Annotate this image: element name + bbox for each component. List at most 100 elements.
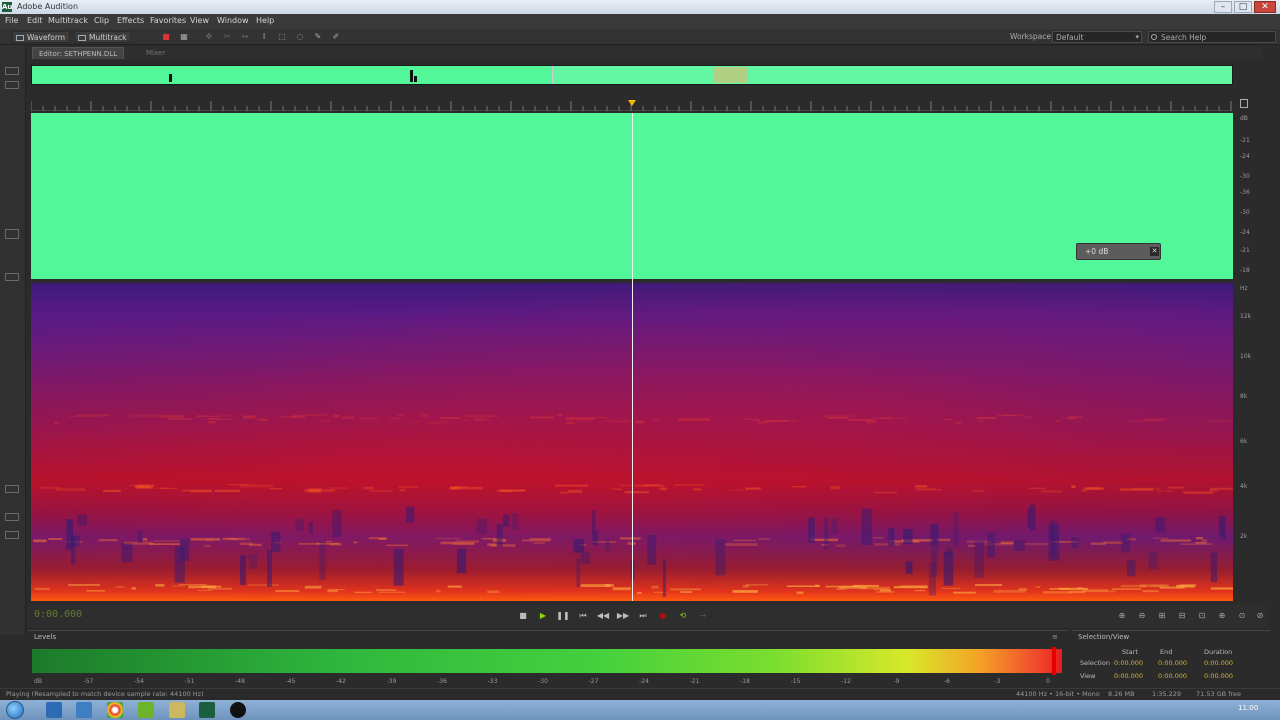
skip-selection-button[interactable]: →: [696, 609, 710, 622]
db-scale[interactable]: dB -21 -24 -30 -36 -30 -24 -21 -18: [1233, 113, 1261, 279]
spectral-streak: [595, 530, 599, 546]
spectral-streak: [393, 549, 404, 586]
tab-selection-view[interactable]: Selection/View: [1078, 633, 1129, 641]
menu-help[interactable]: Help: [256, 16, 274, 25]
spectral-streak: [1109, 590, 1116, 593]
workspace-dropdown[interactable]: Default ▾: [1052, 31, 1142, 43]
panel-toggle-media[interactable]: [5, 273, 19, 281]
close-icon[interactable]: ✕: [1150, 247, 1159, 256]
menu-favorites[interactable]: Favorites: [150, 16, 186, 25]
pause-button[interactable]: ❚❚: [556, 609, 570, 622]
tab-editor[interactable]: Editor: SETHPENN.DLL: [32, 47, 125, 59]
hz-scale-label: 10k: [1240, 353, 1252, 360]
menu-effects[interactable]: Effects: [117, 16, 144, 25]
paintbrush-tool[interactable]: ✎: [313, 32, 323, 42]
menu-window[interactable]: Window: [217, 16, 249, 25]
explorer-icon[interactable]: [76, 702, 92, 718]
zoom-selection-button[interactable]: ⊙: [1236, 610, 1248, 622]
panel-menu-icon[interactable]: ≡: [1052, 633, 1058, 641]
selection-end-field[interactable]: 0:00.000: [1158, 659, 1187, 667]
lock-icon[interactable]: [1240, 99, 1248, 108]
zoom-selection-icon: ⊙: [1238, 611, 1246, 620]
audition-taskbar-icon[interactable]: [199, 702, 215, 718]
move-to-next-button[interactable]: ⏭: [636, 609, 650, 622]
play-button[interactable]: ▶: [536, 609, 550, 622]
media-player-icon[interactable]: [230, 702, 246, 718]
minimize-button[interactable]: –: [1214, 1, 1232, 13]
view-duration-field[interactable]: 0:00.000: [1204, 672, 1233, 680]
level-peak-indicator[interactable]: [1052, 647, 1056, 675]
current-time-display[interactable]: 0:00.000: [34, 609, 82, 620]
fast-forward-button[interactable]: ▶▶: [616, 609, 630, 622]
rewind-button[interactable]: ◀◀: [596, 609, 610, 622]
zoom-in-time-button[interactable]: ⊞: [1156, 610, 1168, 622]
close-button[interactable]: ✕: [1254, 1, 1276, 13]
waveform-view-button[interactable]: Waveform: [12, 31, 71, 43]
spot-healing-tool[interactable]: ✐: [331, 32, 341, 42]
view-start-field[interactable]: 0:00.000: [1114, 672, 1143, 680]
spectral-streak: [439, 417, 461, 419]
marquee-tool[interactable]: ⬚: [277, 32, 287, 42]
zoom-in-amplitude-button[interactable]: ⊕: [1116, 610, 1128, 622]
multitrack-view-button[interactable]: Multitrack: [74, 31, 132, 43]
zoom-out-amplitude-button[interactable]: ⊖: [1136, 610, 1148, 622]
stop-button[interactable]: ■: [516, 609, 530, 622]
spectral-streak: [931, 546, 938, 577]
tab-mixer[interactable]: Mixer: [140, 47, 171, 59]
selection-start-field[interactable]: 0:00.000: [1114, 659, 1143, 667]
app-icon[interactable]: [138, 702, 154, 718]
folder-icon[interactable]: [169, 702, 185, 718]
spectral-streak: [53, 422, 59, 425]
view-end-field[interactable]: 0:00.000: [1158, 672, 1187, 680]
menu-multitrack[interactable]: Multitrack: [48, 16, 88, 25]
zoom-in-point-button[interactable]: ⊕: [1216, 610, 1228, 622]
slip-tool[interactable]: ↔: [240, 32, 250, 42]
spectral-streak: [487, 543, 497, 546]
spectral-display-toggle[interactable]: ■: [161, 32, 171, 42]
search-help-input[interactable]: Search Help: [1148, 31, 1276, 43]
time-ruler[interactable]: [31, 97, 1233, 111]
menu-clip[interactable]: Clip: [94, 16, 109, 25]
panel-toggle-effects[interactable]: [5, 81, 19, 89]
lasso-tool[interactable]: ◌: [295, 32, 305, 42]
panel-toggle-tools[interactable]: [5, 531, 19, 539]
zoom-out-time-button[interactable]: ⊟: [1176, 610, 1188, 622]
selection-duration-field[interactable]: 0:00.000: [1204, 659, 1233, 667]
move-tool[interactable]: ✥: [204, 32, 214, 42]
playhead-line[interactable]: [632, 113, 633, 601]
start-button[interactable]: [6, 701, 24, 719]
time-selection-tool[interactable]: I: [259, 32, 269, 42]
razor-tool[interactable]: ✂: [222, 32, 232, 42]
record-button[interactable]: ●: [656, 609, 670, 622]
menu-file[interactable]: File: [5, 16, 18, 25]
pitch-display-toggle[interactable]: ▦: [179, 32, 189, 42]
spectral-streak: [1210, 552, 1218, 583]
panel-toggle-history[interactable]: [5, 229, 19, 239]
menu-edit[interactable]: Edit: [27, 16, 43, 25]
panel-toggle-files[interactable]: [5, 67, 19, 75]
chrome-icon[interactable]: [107, 702, 123, 718]
playhead-handle[interactable]: [628, 100, 636, 106]
loop-button[interactable]: ⟲: [676, 609, 690, 622]
spectral-streak: [56, 488, 85, 491]
panel-toggle-markers[interactable]: [5, 485, 19, 493]
amplitude-hud[interactable]: +0 dB ✕: [1076, 243, 1161, 260]
spectral-streak: [1156, 490, 1174, 492]
ie-icon[interactable]: [46, 702, 62, 718]
menu-view[interactable]: View: [190, 16, 209, 25]
spectral-streak: [1014, 540, 1025, 552]
panel-toggle-properties[interactable]: [5, 513, 19, 521]
system-tray[interactable]: [1120, 704, 1230, 716]
taskbar-clock[interactable]: 11:00: [1238, 704, 1258, 712]
maximize-button[interactable]: □: [1234, 1, 1252, 13]
move-to-previous-button[interactable]: ⏮: [576, 609, 590, 622]
tab-levels[interactable]: Levels: [34, 633, 56, 641]
zoom-reset-button[interactable]: ⊘: [1254, 610, 1266, 622]
waveform-overview[interactable]: [31, 65, 1233, 85]
overview-visible-range[interactable]: [552, 66, 1232, 84]
hz-scale[interactable]: Hz 12k 10k 8k 6k 4k 2k: [1233, 283, 1261, 601]
spectral-streak: [456, 548, 467, 574]
zoom-out-full-button[interactable]: ⊡: [1196, 610, 1208, 622]
spectral-streak: [944, 418, 953, 421]
spectral-streak: [210, 418, 233, 420]
